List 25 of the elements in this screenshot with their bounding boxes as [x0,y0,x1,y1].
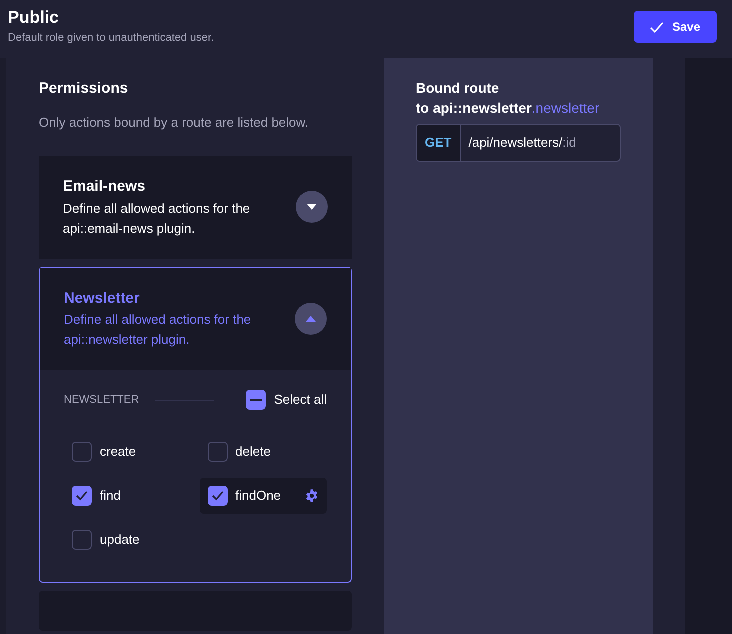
save-button[interactable]: Save [634,11,717,43]
action-item[interactable]: delete [200,434,327,470]
plugin-name: Email-news [63,177,147,197]
action-item[interactable]: find [64,478,192,514]
select-all-label: Select all [274,391,327,410]
action-item[interactable]: create [64,434,192,470]
action-label: find [100,487,122,506]
route-target: to api::newsletter.newsletter [416,99,601,118]
action-label: delete [236,443,272,462]
section-title: Permissions [39,79,130,99]
route-path: /api/newsletters/:id [468,134,578,152]
action-item[interactable]: update [64,522,192,558]
plugin-description: Define all allowed actions for the api::newsletter plugin. [64,311,252,349]
action-item[interactable]: findOne [200,478,327,514]
plugin-description: Define all allowed actions for the api::email-news plugin. [63,200,252,238]
http-method: GET [417,125,461,161]
page-title: Public [8,8,60,28]
route-title: Bound route [416,79,500,98]
action-label: findOne [236,487,282,506]
action-label: create [100,443,138,462]
plugin-name: Newsletter [64,288,141,308]
action-label: update [100,531,141,550]
section-label: NEWSLETTER [64,392,140,408]
section-subtitle: Only actions bound by a route are listed below. [39,114,310,132]
page-subtitle: Default role given to unauthenticated user. [8,31,214,46]
